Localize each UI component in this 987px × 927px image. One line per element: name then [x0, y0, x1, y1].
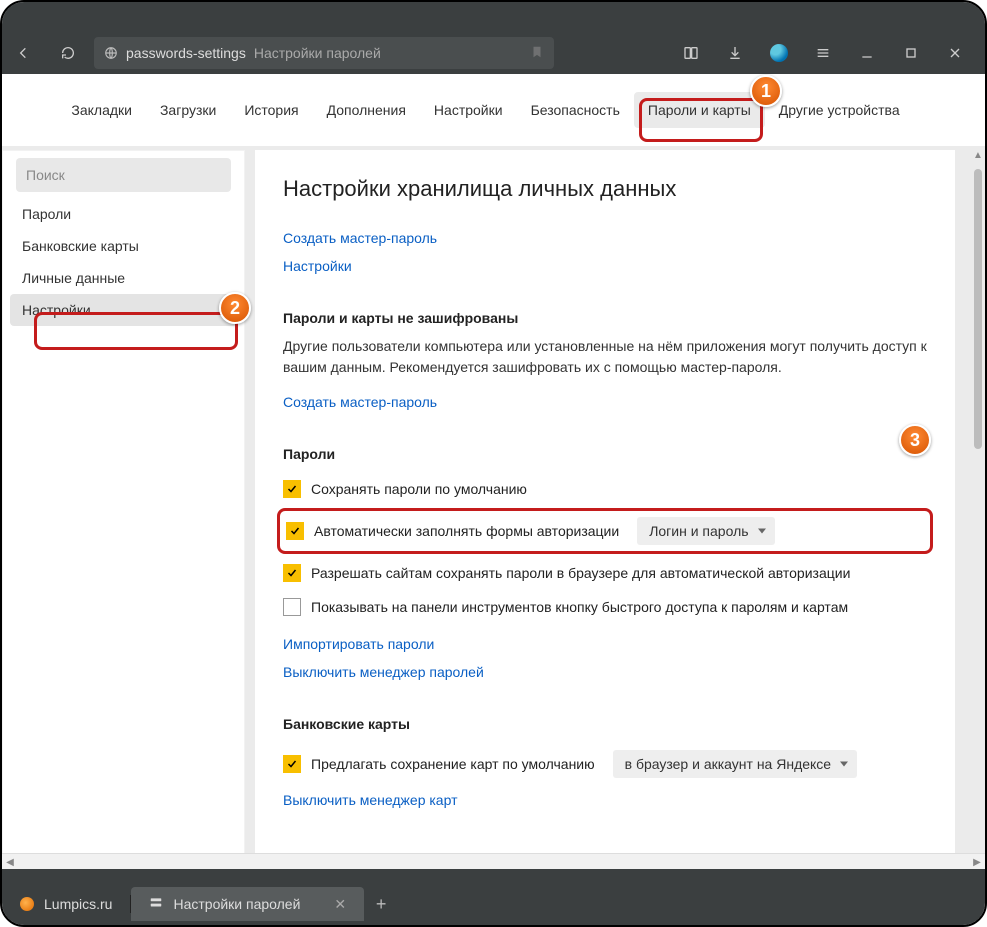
- nav-other-devices[interactable]: Другие устройства: [765, 92, 914, 128]
- cards-destination-select[interactable]: в браузер и аккаунт на Яндексе: [613, 750, 857, 778]
- tab-close-icon[interactable]: ✕: [334, 896, 346, 913]
- nav-settings[interactable]: Настройки: [420, 92, 517, 128]
- section-cards-heading: Банковские карты: [283, 716, 927, 732]
- address-bar[interactable]: passwords-settings Настройки паролей: [94, 37, 554, 69]
- tab-lumpics-favicon: [20, 897, 34, 911]
- nav-bookmarks[interactable]: Закладки: [57, 92, 146, 128]
- chk-save-cards-label: Предлагать сохранение карт по умолчанию: [311, 756, 595, 772]
- tab-lumpics-label: Lumpics.ru: [44, 896, 112, 912]
- annotation-2-badge: 2: [219, 292, 251, 324]
- sidebar-item-passwords[interactable]: Пароли: [2, 198, 245, 230]
- nav-passwords-cards[interactable]: Пароли и карты: [634, 92, 765, 128]
- sidebar-search[interactable]: Поиск: [16, 158, 231, 192]
- back-button[interactable]: [2, 33, 46, 73]
- link-create-master-pw-2[interactable]: Создать мастер-пароль: [283, 394, 437, 410]
- extension-icon[interactable]: [669, 33, 713, 73]
- address-url: passwords-settings: [126, 45, 246, 61]
- nav-history[interactable]: История: [230, 92, 312, 128]
- page-title: Настройки хранилища личных данных: [283, 176, 927, 202]
- minimize-button[interactable]: [845, 33, 889, 73]
- chk-save-cards[interactable]: [283, 755, 301, 773]
- tab-password-settings[interactable]: Настройки паролей ✕: [131, 887, 364, 921]
- autofill-select[interactable]: Логин и пароль: [637, 517, 774, 545]
- vertical-scrollbar[interactable]: ▲: [971, 146, 985, 869]
- annotation-1-badge: 1: [750, 75, 782, 107]
- nav-downloads[interactable]: Загрузки: [146, 92, 230, 128]
- nav-addons[interactable]: Дополнения: [313, 92, 420, 128]
- tab-password-settings-label: Настройки паролей: [173, 896, 300, 912]
- main-panel: Настройки хранилища личных данных Создат…: [255, 150, 955, 865]
- sidebar-item-settings[interactable]: Настройки: [10, 294, 237, 326]
- menu-icon[interactable]: [801, 33, 845, 73]
- nav-security[interactable]: Безопасность: [517, 92, 634, 128]
- link-disable-pw-manager[interactable]: Выключить менеджер паролей: [283, 664, 484, 680]
- downloads-icon[interactable]: [713, 33, 757, 73]
- browser-toolbar: passwords-settings Настройки паролей: [2, 2, 985, 74]
- annotation-3-badge: 3: [899, 424, 931, 456]
- tab-password-settings-favicon: [149, 896, 163, 913]
- address-title: Настройки паролей: [254, 45, 381, 61]
- horizontal-scrollbar[interactable]: ◀ ▶: [2, 853, 985, 869]
- cards-destination-value: в браузер и аккаунт на Яндексе: [625, 756, 831, 772]
- link-import-passwords[interactable]: Импортировать пароли: [283, 636, 434, 652]
- maximize-button[interactable]: [889, 33, 933, 73]
- link-disable-card-manager[interactable]: Выключить менеджер карт: [283, 792, 457, 808]
- close-window-button[interactable]: [933, 33, 977, 73]
- settings-nav: Закладки Загрузки История Дополнения Нас…: [2, 74, 985, 146]
- autofill-select-value: Логин и пароль: [649, 523, 748, 539]
- chk-save-passwords[interactable]: [283, 480, 301, 498]
- chk-allow-sites-save-label: Разрешать сайтам сохранять пароли в брау…: [311, 565, 850, 581]
- chk-autofill-label: Автоматически заполнять формы авторизаци…: [314, 523, 619, 539]
- chk-toolbar-quick-access-label: Показывать на панели инструментов кнопку…: [311, 599, 848, 615]
- link-create-master-pw[interactable]: Создать мастер-пароль: [283, 230, 437, 246]
- sidebar: Поиск Пароли Банковские карты Личные дан…: [2, 150, 245, 865]
- tab-bar: Lumpics.ru Настройки паролей ✕ +: [2, 869, 985, 925]
- site-icon: [104, 46, 118, 60]
- chk-save-passwords-label: Сохранять пароли по умолчанию: [311, 481, 527, 497]
- section-unencrypted-desc: Другие пользователи компьютера или устан…: [283, 336, 927, 378]
- reload-button[interactable]: [46, 33, 90, 73]
- link-settings[interactable]: Настройки: [283, 258, 352, 274]
- chk-autofill[interactable]: [286, 522, 304, 540]
- new-tab-button[interactable]: +: [364, 894, 398, 915]
- profile-icon[interactable]: [757, 33, 801, 73]
- section-passwords-heading: Пароли: [283, 446, 927, 462]
- sidebar-item-cards[interactable]: Банковские карты: [2, 230, 245, 262]
- tab-lumpics[interactable]: Lumpics.ru: [2, 887, 130, 921]
- chk-toolbar-quick-access[interactable]: [283, 598, 301, 616]
- search-placeholder: Поиск: [26, 167, 65, 183]
- bookmark-icon[interactable]: [530, 45, 544, 62]
- sidebar-item-personal[interactable]: Личные данные: [2, 262, 245, 294]
- chk-allow-sites-save[interactable]: [283, 564, 301, 582]
- section-unencrypted-heading: Пароли и карты не зашифрованы: [283, 310, 927, 326]
